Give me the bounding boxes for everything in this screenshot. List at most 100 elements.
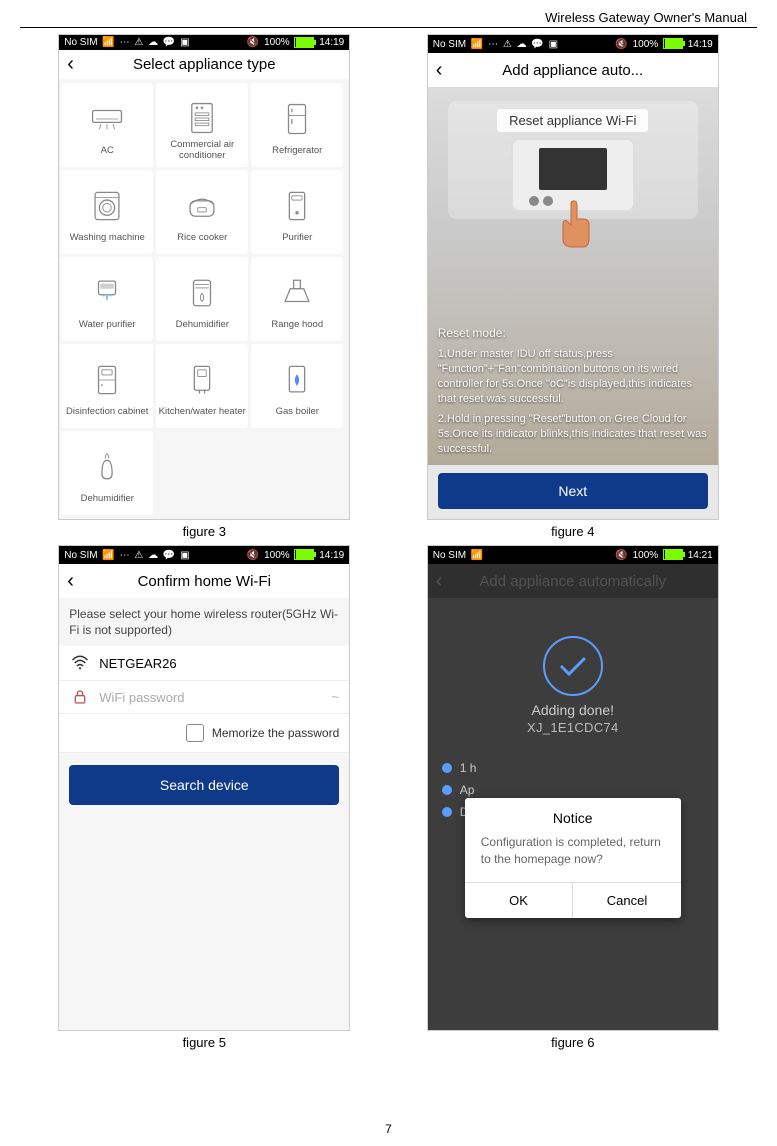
wifi-icon — [69, 654, 91, 672]
memorize-password-checkbox[interactable] — [186, 724, 204, 742]
room-background: Reset appliance Wi-Fi — [428, 87, 718, 465]
dehumidifier2-icon — [90, 449, 124, 485]
mute-icon: 🔇 — [247, 37, 259, 48]
figure-4-caption: figure 4 — [551, 524, 594, 539]
reset-wifi-card: Reset appliance Wi-Fi — [448, 101, 698, 219]
page-title: Add appliance automatically — [436, 573, 710, 590]
appliance-item-dehumidifier[interactable]: Dehumidifier — [156, 257, 248, 341]
appliance-item-purifier[interactable]: Purifier — [251, 170, 343, 254]
appliance-label: Purifier — [280, 228, 314, 248]
mute-icon: 🔇 — [615, 550, 627, 561]
figure-5-screenshot: No SIM 📶 ⋯ ⚠ ☁ 💬 ▣ 🔇 100% 14:19 — [58, 545, 350, 1031]
appliance-item-rice-cooker[interactable]: Rice cooker — [156, 170, 248, 254]
wechat-icon: 💬 — [163, 37, 175, 48]
wifi-icon: 📶 — [102, 37, 114, 48]
search-device-button[interactable]: Search device — [69, 765, 339, 805]
notice-dialog: Notice Configuration is completed, retur… — [465, 798, 681, 918]
dialog-message: Configuration is completed, return to th… — [465, 830, 681, 882]
status-bar: No SIM 📶 ⋯ ⚠ ☁ 💬 ▣ 🔇 100% 14:19 — [59, 35, 349, 50]
page-title: Add appliance auto... — [436, 62, 710, 79]
dehumidifier-icon — [185, 275, 219, 311]
next-button[interactable]: Next — [438, 473, 708, 509]
appliance-item-range-hood[interactable]: Range hood — [251, 257, 343, 341]
password-input[interactable]: WiFi password — [99, 690, 331, 705]
battery-icon — [294, 37, 314, 48]
clock-text: 14:19 — [319, 37, 344, 48]
battery-icon — [663, 549, 683, 560]
wechat-icon: 💬 — [163, 550, 175, 561]
warning-icon: ⚠ — [503, 39, 512, 50]
ac-icon — [90, 101, 124, 137]
function-button-icon — [529, 196, 539, 206]
battery-icon — [663, 38, 683, 49]
figure-6-screenshot: No SIM 📶 🔇 100% 14:21 ‹ Add appliance au… — [427, 545, 719, 1031]
purifier-icon — [280, 188, 314, 224]
figure-6-caption: figure 6 — [551, 1035, 594, 1050]
appliance-label: Commercial air conditioner — [156, 140, 248, 161]
mute-icon: 🔇 — [615, 39, 627, 50]
battery-pct: 100% — [264, 37, 290, 48]
card-icon: ▣ — [180, 37, 189, 48]
appliance-label: Rice cooker — [175, 228, 229, 248]
appliance-label: Dehumidifier — [79, 489, 136, 509]
dialog-ok-button[interactable]: OK — [465, 883, 574, 918]
washing-machine-icon — [90, 188, 124, 224]
appliance-item-ac[interactable]: AC — [61, 83, 153, 167]
warning-icon: ⚠ — [134, 37, 143, 48]
reset-step-1: 1.Under master IDU off status,press "Fun… — [438, 347, 708, 406]
appliance-item-kitchen-water-heater[interactable]: Kitchen/water heater — [156, 344, 248, 428]
figure-3-screenshot: No SIM 📶 ⋯ ⚠ ☁ 💬 ▣ 🔇 100% 14:19 — [58, 34, 350, 520]
appliance-item-gas-boiler[interactable]: Gas boiler — [251, 344, 343, 428]
reset-mode-header: Reset mode: — [438, 325, 708, 341]
appliance-label: AC — [99, 141, 116, 161]
no-sim-text: No SIM — [64, 37, 97, 48]
wechat-icon: 💬 — [531, 39, 543, 50]
cloud-icon: ☁ — [517, 39, 527, 50]
page-number: 7 — [0, 1122, 777, 1136]
appliance-item-washing-machine[interactable]: Washing machine — [61, 170, 153, 254]
password-row[interactable]: WiFi password ~ — [59, 681, 349, 714]
page-title: Select appliance type — [67, 56, 341, 73]
appliance-item-refrigerator[interactable]: Refrigerator — [251, 83, 343, 167]
success-check-icon — [543, 636, 603, 696]
header-rule — [20, 27, 757, 28]
adding-done-text: Adding done! — [428, 702, 718, 718]
warning-icon: ⚠ — [134, 550, 143, 561]
appliance-label: Washing machine — [68, 228, 147, 248]
ssid-value: NETGEAR26 — [99, 656, 339, 671]
dialog-cancel-button[interactable]: Cancel — [573, 883, 681, 918]
appliance-label: Refrigerator — [270, 141, 324, 161]
battery-icon — [294, 549, 314, 560]
rice-cooker-icon — [185, 188, 219, 224]
appliance-item-commercial-ac[interactable]: Commercial air conditioner — [156, 83, 248, 167]
reset-wifi-title: Reset appliance Wi-Fi — [497, 109, 648, 132]
wifi-icon: 📶 — [102, 550, 114, 561]
show-password-icon[interactable]: ~ — [331, 689, 339, 705]
kitchen-water-heater-icon — [185, 362, 219, 398]
ssid-row[interactable]: NETGEAR26 — [59, 646, 349, 681]
appliance-label: Kitchen/water heater — [157, 402, 248, 422]
bullet-icon — [442, 807, 452, 817]
appliance-item-dehumidifier2[interactable]: Dehumidifier — [61, 431, 153, 515]
page-title: Confirm home Wi-Fi — [67, 573, 341, 590]
commercial-ac-icon — [185, 100, 219, 136]
wifi-instruction-text: Please select your home wireless router(… — [59, 598, 349, 646]
refrigerator-icon — [280, 101, 314, 137]
pointing-hand-icon — [543, 195, 603, 255]
bullet-icon — [442, 763, 452, 773]
appliance-item-disinfection-cabinet[interactable]: Disinfection cabinet — [61, 344, 153, 428]
document-title: Wireless Gateway Owner's Manual — [20, 10, 757, 25]
dialog-title: Notice — [465, 798, 681, 830]
status-bar: No SIM 📶 🔇 100% 14:21 — [428, 546, 718, 564]
cloud-icon: ☁ — [148, 37, 158, 48]
reset-instructions: Reset mode: 1.Under master IDU off statu… — [438, 325, 708, 457]
wifi-icon: 📶 — [471, 39, 483, 50]
memorize-password-label: Memorize the password — [212, 726, 339, 740]
wifi-icon: 📶 — [471, 550, 483, 561]
bullet-icon — [442, 785, 452, 795]
mute-icon: 🔇 — [247, 550, 259, 561]
status-bar: No SIM 📶 ⋯ ⚠ ☁ 💬 ▣ 🔇 100% 14:19 — [59, 546, 349, 564]
appliance-item-water-purifier[interactable]: Water purifier — [61, 257, 153, 341]
disinfection-cabinet-icon — [90, 362, 124, 398]
range-hood-icon — [280, 275, 314, 311]
